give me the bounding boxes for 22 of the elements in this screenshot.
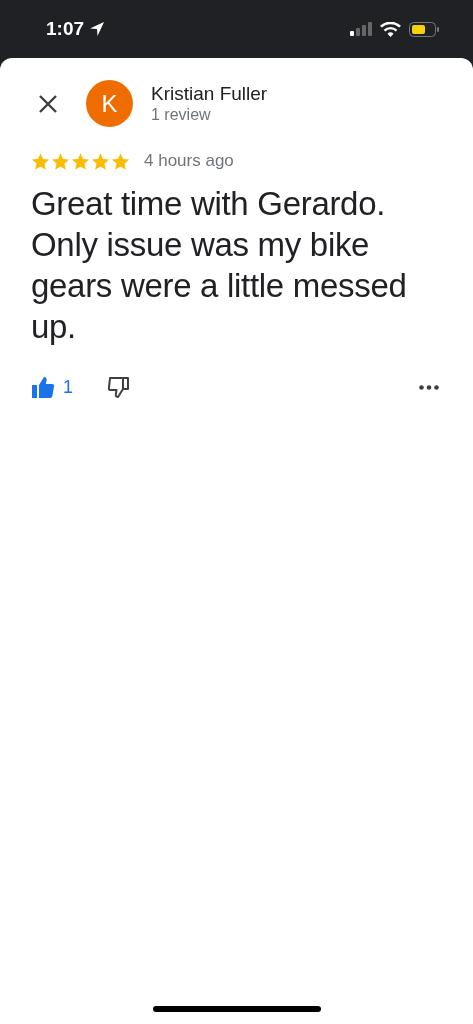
- wifi-icon: [380, 21, 401, 37]
- review-count: 1 review: [151, 106, 212, 124]
- star-icon: [91, 151, 110, 171]
- star-icon: [111, 151, 130, 171]
- like-button[interactable]: 1: [31, 375, 73, 399]
- star-icon: [51, 151, 70, 171]
- avatar: K: [86, 80, 133, 127]
- star-icon: [71, 151, 90, 171]
- more-icon: [419, 384, 439, 390]
- status-time: 1:07: [46, 18, 85, 40]
- location-arrow-icon: [89, 21, 106, 37]
- battery-icon: [409, 21, 439, 37]
- star-icon: [31, 151, 50, 171]
- signal-icon: [350, 22, 372, 36]
- thumbs-down-icon: [107, 375, 131, 399]
- review-text: Great time with Gerardo. Only issue was my bike gears were a little messed up.: [31, 184, 408, 347]
- dislike-button[interactable]: [107, 375, 131, 399]
- author-name: Kristian Fuller: [151, 83, 268, 105]
- review-time: 4 hours ago: [144, 151, 234, 171]
- more-button[interactable]: [419, 384, 439, 390]
- close-icon: [38, 93, 58, 114]
- thumbs-up-icon: [31, 375, 55, 399]
